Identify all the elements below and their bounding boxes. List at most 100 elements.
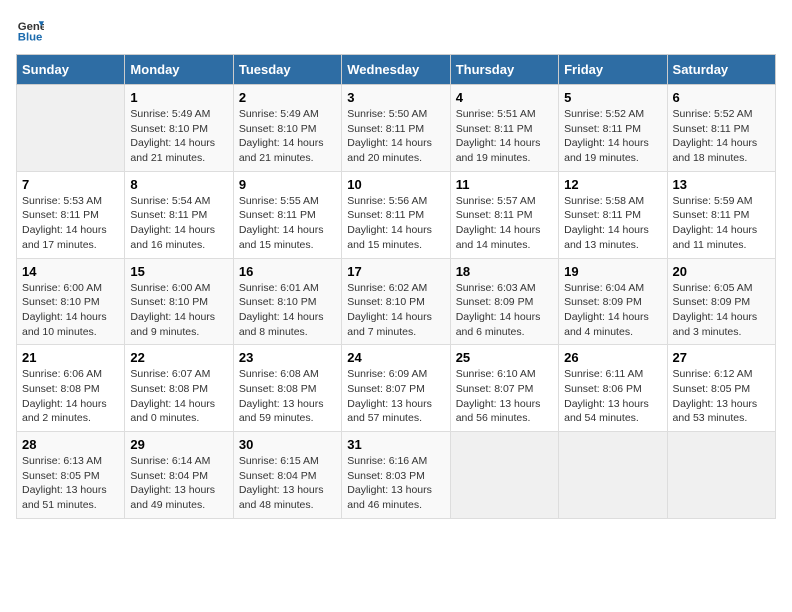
day-number: 24 [347, 350, 444, 365]
day-of-week-friday: Friday [559, 55, 667, 85]
day-of-week-thursday: Thursday [450, 55, 558, 85]
day-of-week-saturday: Saturday [667, 55, 775, 85]
day-number: 13 [673, 177, 770, 192]
day-number: 22 [130, 350, 227, 365]
day-number: 3 [347, 90, 444, 105]
day-number: 14 [22, 264, 119, 279]
day-of-week-monday: Monday [125, 55, 233, 85]
calendar-cell: 5 Sunrise: 5:52 AM Sunset: 8:11 PM Daylig… [559, 85, 667, 172]
calendar-week-2: 7 Sunrise: 5:53 AM Sunset: 8:11 PM Daylig… [17, 171, 776, 258]
calendar-cell: 3 Sunrise: 5:50 AM Sunset: 8:11 PM Daylig… [342, 85, 450, 172]
calendar-cell: 19 Sunrise: 6:04 AM Sunset: 8:09 PM Dayli… [559, 258, 667, 345]
calendar-cell: 6 Sunrise: 5:52 AM Sunset: 8:11 PM Daylig… [667, 85, 775, 172]
calendar-cell: 28 Sunrise: 6:13 AM Sunset: 8:05 PM Dayli… [17, 432, 125, 519]
day-info: Sunrise: 6:08 AM Sunset: 8:08 PM Dayligh… [239, 367, 336, 426]
day-info: Sunrise: 6:05 AM Sunset: 8:09 PM Dayligh… [673, 281, 770, 340]
calendar-cell: 26 Sunrise: 6:11 AM Sunset: 8:06 PM Dayli… [559, 345, 667, 432]
day-info: Sunrise: 6:15 AM Sunset: 8:04 PM Dayligh… [239, 454, 336, 513]
calendar-cell: 7 Sunrise: 5:53 AM Sunset: 8:11 PM Daylig… [17, 171, 125, 258]
day-number: 31 [347, 437, 444, 452]
day-info: Sunrise: 5:51 AM Sunset: 8:11 PM Dayligh… [456, 107, 553, 166]
day-number: 30 [239, 437, 336, 452]
calendar-cell: 14 Sunrise: 6:00 AM Sunset: 8:10 PM Dayli… [17, 258, 125, 345]
day-of-week-sunday: Sunday [17, 55, 125, 85]
day-info: Sunrise: 5:53 AM Sunset: 8:11 PM Dayligh… [22, 194, 119, 253]
day-info: Sunrise: 6:11 AM Sunset: 8:06 PM Dayligh… [564, 367, 661, 426]
day-number: 12 [564, 177, 661, 192]
day-number: 17 [347, 264, 444, 279]
day-info: Sunrise: 5:52 AM Sunset: 8:11 PM Dayligh… [564, 107, 661, 166]
calendar-cell [559, 432, 667, 519]
day-number: 21 [22, 350, 119, 365]
day-number: 27 [673, 350, 770, 365]
calendar-cell: 12 Sunrise: 5:58 AM Sunset: 8:11 PM Dayli… [559, 171, 667, 258]
day-number: 18 [456, 264, 553, 279]
day-number: 8 [130, 177, 227, 192]
calendar-week-3: 14 Sunrise: 6:00 AM Sunset: 8:10 PM Dayli… [17, 258, 776, 345]
day-number: 9 [239, 177, 336, 192]
day-number: 1 [130, 90, 227, 105]
day-number: 4 [456, 90, 553, 105]
day-info: Sunrise: 5:58 AM Sunset: 8:11 PM Dayligh… [564, 194, 661, 253]
calendar-cell: 10 Sunrise: 5:56 AM Sunset: 8:11 PM Dayli… [342, 171, 450, 258]
calendar-cell: 17 Sunrise: 6:02 AM Sunset: 8:10 PM Dayli… [342, 258, 450, 345]
day-number: 26 [564, 350, 661, 365]
calendar-cell [17, 85, 125, 172]
day-info: Sunrise: 6:00 AM Sunset: 8:10 PM Dayligh… [22, 281, 119, 340]
day-info: Sunrise: 6:12 AM Sunset: 8:05 PM Dayligh… [673, 367, 770, 426]
day-info: Sunrise: 6:14 AM Sunset: 8:04 PM Dayligh… [130, 454, 227, 513]
calendar-cell: 22 Sunrise: 6:07 AM Sunset: 8:08 PM Dayli… [125, 345, 233, 432]
day-number: 5 [564, 90, 661, 105]
calendar-cell: 23 Sunrise: 6:08 AM Sunset: 8:08 PM Dayli… [233, 345, 341, 432]
day-number: 19 [564, 264, 661, 279]
day-of-week-wednesday: Wednesday [342, 55, 450, 85]
calendar-cell: 16 Sunrise: 6:01 AM Sunset: 8:10 PM Dayli… [233, 258, 341, 345]
day-info: Sunrise: 6:07 AM Sunset: 8:08 PM Dayligh… [130, 367, 227, 426]
day-number: 28 [22, 437, 119, 452]
logo-icon: General Blue [16, 16, 44, 44]
day-number: 7 [22, 177, 119, 192]
calendar-cell: 4 Sunrise: 5:51 AM Sunset: 8:11 PM Daylig… [450, 85, 558, 172]
calendar-week-4: 21Sunrise: 6:06 AM Sunset: 8:08 PM Dayli… [17, 345, 776, 432]
day-number: 6 [673, 90, 770, 105]
day-info: Sunrise: 6:01 AM Sunset: 8:10 PM Dayligh… [239, 281, 336, 340]
day-info: Sunrise: 5:52 AM Sunset: 8:11 PM Dayligh… [673, 107, 770, 166]
calendar-cell: 20 Sunrise: 6:05 AM Sunset: 8:09 PM Dayli… [667, 258, 775, 345]
logo: General Blue [16, 16, 48, 44]
day-info: Sunrise: 6:10 AM Sunset: 8:07 PM Dayligh… [456, 367, 553, 426]
day-number: 11 [456, 177, 553, 192]
calendar-cell: 9 Sunrise: 5:55 AM Sunset: 8:11 PM Daylig… [233, 171, 341, 258]
day-info: Sunrise: 6:02 AM Sunset: 8:10 PM Dayligh… [347, 281, 444, 340]
day-number: 15 [130, 264, 227, 279]
day-info: Sunrise: 5:54 AM Sunset: 8:11 PM Dayligh… [130, 194, 227, 253]
day-number: 16 [239, 264, 336, 279]
day-number: 23 [239, 350, 336, 365]
calendar-cell: 8 Sunrise: 5:54 AM Sunset: 8:11 PM Daylig… [125, 171, 233, 258]
day-info: Sunrise: 6:00 AM Sunset: 8:10 PM Dayligh… [130, 281, 227, 340]
day-info: Sunrise: 5:55 AM Sunset: 8:11 PM Dayligh… [239, 194, 336, 253]
day-info: Sunrise: 6:13 AM Sunset: 8:05 PM Dayligh… [22, 454, 119, 513]
day-info: Sunrise: 5:50 AM Sunset: 8:11 PM Dayligh… [347, 107, 444, 166]
day-info: Sunrise: 6:03 AM Sunset: 8:09 PM Dayligh… [456, 281, 553, 340]
day-info: Sunrise: 6:04 AM Sunset: 8:09 PM Dayligh… [564, 281, 661, 340]
calendar-table: SundayMondayTuesdayWednesdayThursdayFrid… [16, 54, 776, 519]
day-of-week-tuesday: Tuesday [233, 55, 341, 85]
day-number: 25 [456, 350, 553, 365]
calendar-header-row: SundayMondayTuesdayWednesdayThursdayFrid… [17, 55, 776, 85]
calendar-cell: 29 Sunrise: 6:14 AM Sunset: 8:04 PM Dayli… [125, 432, 233, 519]
calendar-cell: 13 Sunrise: 5:59 AM Sunset: 8:11 PM Dayli… [667, 171, 775, 258]
day-number: 2 [239, 90, 336, 105]
day-info: Sunrise: 5:56 AM Sunset: 8:11 PM Dayligh… [347, 194, 444, 253]
calendar-week-5: 28 Sunrise: 6:13 AM Sunset: 8:05 PM Dayli… [17, 432, 776, 519]
calendar-cell: 21Sunrise: 6:06 AM Sunset: 8:08 PM Dayli… [17, 345, 125, 432]
day-info: Sunrise: 5:59 AM Sunset: 8:11 PM Dayligh… [673, 194, 770, 253]
calendar-cell [667, 432, 775, 519]
day-number: 20 [673, 264, 770, 279]
calendar-cell: 11Sunrise: 5:57 AM Sunset: 8:11 PM Dayli… [450, 171, 558, 258]
day-info: Sunrise: 5:49 AM Sunset: 8:10 PM Dayligh… [130, 107, 227, 166]
day-number: 29 [130, 437, 227, 452]
day-info: Sunrise: 5:49 AM Sunset: 8:10 PM Dayligh… [239, 107, 336, 166]
day-number: 10 [347, 177, 444, 192]
page-header: General Blue [16, 16, 776, 44]
calendar-cell: 27 Sunrise: 6:12 AM Sunset: 8:05 PM Dayli… [667, 345, 775, 432]
